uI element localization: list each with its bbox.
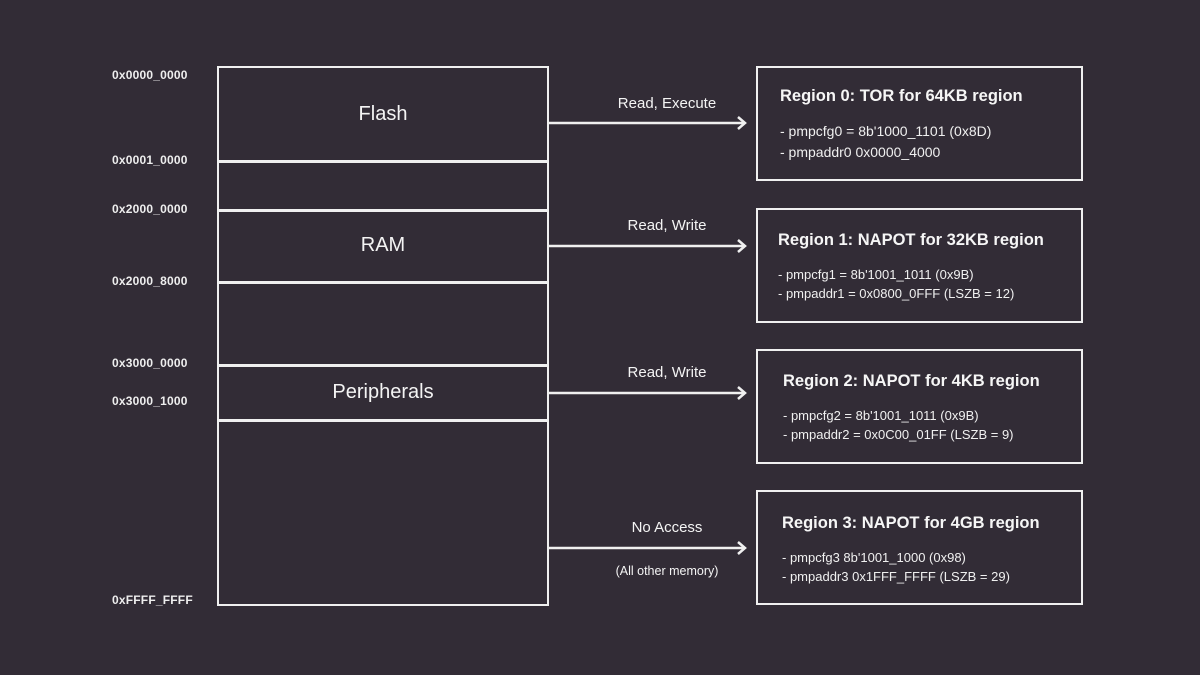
permission-label: No Access [631, 519, 703, 536]
arrow-icon [548, 385, 748, 401]
region-detail: - pmpaddr2 = 0x0C00_01FF (LSZB = 9) [783, 427, 1014, 442]
segment-divider [219, 364, 547, 367]
address-label: 0x3000_1000 [112, 394, 188, 408]
permission-sublabel: (All other memory) [615, 564, 719, 578]
region-detail: - pmpcfg1 = 8b'1001_1011 (0x9B) [778, 267, 974, 282]
segment-ram-label: RAM [360, 234, 406, 256]
segment-divider [219, 209, 547, 212]
region-title: Region 3: NAPOT for 4GB region [782, 514, 1040, 532]
arrow-icon [548, 540, 748, 556]
region-detail: - pmpaddr3 0x1FFF_FFFF (LSZB = 29) [782, 569, 1010, 584]
region-box: Region 3: NAPOT for 4GB region - pmpcfg3… [756, 490, 1083, 605]
region-detail: - pmpcfg3 8b'1001_1000 (0x98) [782, 550, 966, 565]
address-label: 0x2000_0000 [112, 202, 188, 216]
segment-flash-label: Flash [358, 103, 408, 125]
segment-peripherals-label: Peripherals [332, 381, 434, 403]
segment-divider [219, 281, 547, 284]
region-detail: - pmpcfg0 = 8b'1000_1101 (0x8D) [780, 123, 992, 139]
region-box: Region 0: TOR for 64KB region - pmpcfg0 … [756, 66, 1083, 181]
arrow-icon [548, 115, 748, 131]
address-label: 0x0001_0000 [112, 153, 188, 167]
region-detail: - pmpaddr1 = 0x0800_0FFF (LSZB = 12) [778, 286, 1015, 301]
permission-label: Read, Write [627, 217, 707, 234]
address-label: 0x2000_8000 [112, 274, 188, 288]
region-detail: - pmpcfg2 = 8b'1001_1011 (0x9B) [783, 408, 979, 423]
permission-label: Read, Execute [617, 95, 717, 112]
region-box: Region 1: NAPOT for 32KB region - pmpcfg… [756, 208, 1083, 323]
memory-map: Flash RAM Peripherals [217, 66, 549, 606]
permission-label: Read, Write [627, 364, 707, 381]
region-title: Region 2: NAPOT for 4KB region [783, 372, 1040, 390]
segment-divider [219, 160, 547, 163]
region-detail: - pmpaddr0 0x0000_4000 [780, 144, 941, 160]
address-label: 0xFFFF_FFFF [112, 593, 193, 607]
region-box: Region 2: NAPOT for 4KB region - pmpcfg2… [756, 349, 1083, 464]
segment-divider [219, 419, 547, 422]
address-label: 0x0000_0000 [112, 68, 188, 82]
region-title: Region 0: TOR for 64KB region [780, 87, 1023, 105]
region-title: Region 1: NAPOT for 32KB region [778, 231, 1044, 249]
arrow-icon [548, 238, 748, 254]
address-label: 0x3000_0000 [112, 356, 188, 370]
